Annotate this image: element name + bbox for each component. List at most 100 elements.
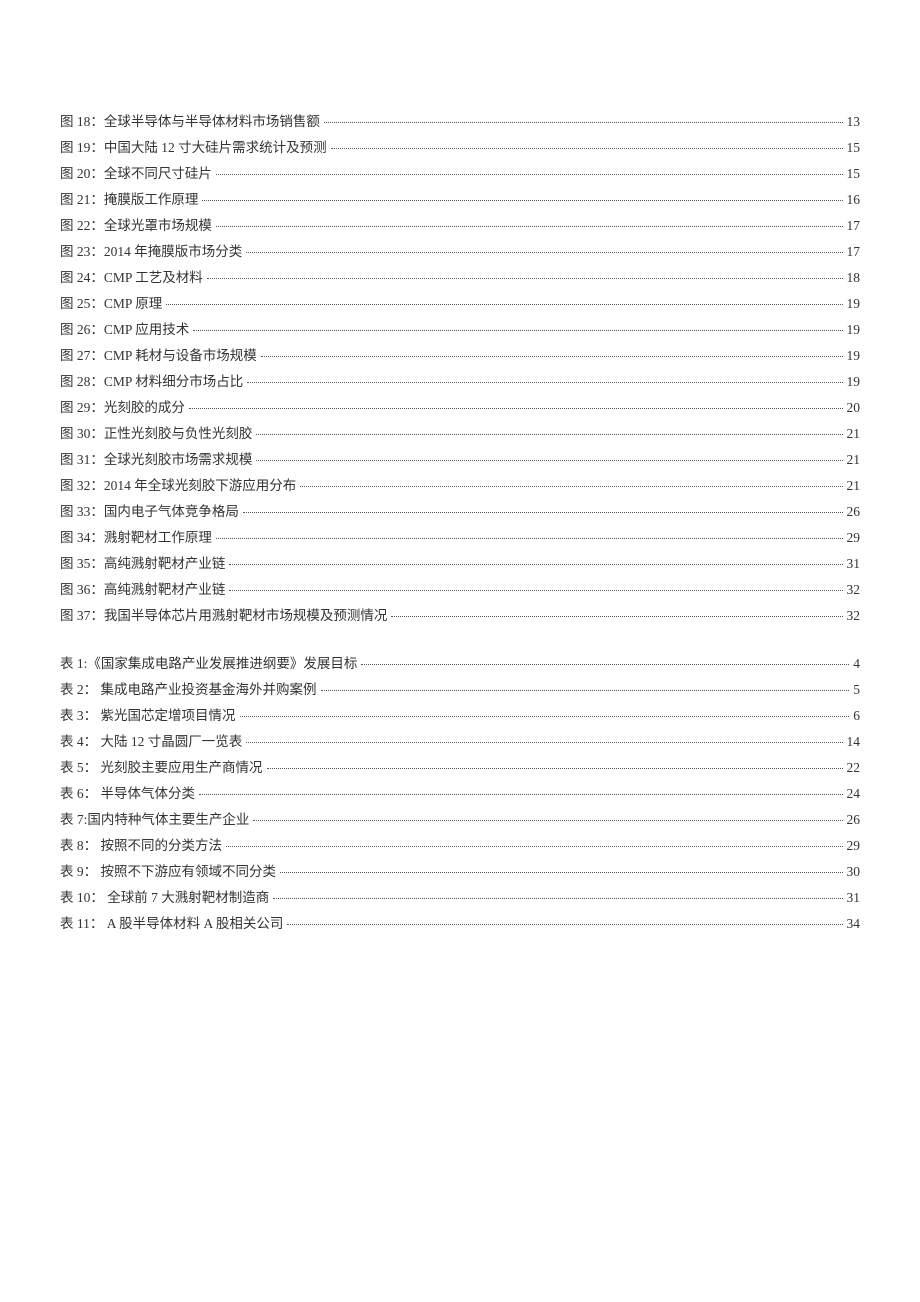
figure-toc-entry: 图 21：掩膜版工作原理 16: [60, 188, 860, 208]
toc-entry-label: 图 19：中国大陆 12 寸大硅片需求统计及预测: [60, 136, 327, 156]
toc-leader-dots: [256, 460, 842, 461]
toc-leader-dots: [229, 590, 842, 591]
toc-entry-label: 图 23：2014 年掩膜版市场分类: [60, 240, 242, 260]
toc-entry-page: 31: [847, 890, 861, 906]
figure-toc-entry: 图 19：中国大陆 12 寸大硅片需求统计及预测 15: [60, 136, 860, 156]
tables-list: 表 1:《国家集成电路产业发展推进纲要》发展目标 4 表 2： 集成电路产业投资基…: [60, 652, 860, 932]
toc-entry-page: 6: [853, 708, 860, 724]
toc-entry-page: 16: [847, 192, 861, 208]
toc-entry-label: 图 33：国内电子气体竞争格局: [60, 500, 239, 520]
toc-entry-page: 34: [847, 916, 861, 932]
toc-leader-dots: [240, 716, 850, 717]
toc-leader-dots: [321, 690, 850, 691]
toc-leader-dots: [261, 356, 843, 357]
figure-toc-entry: 图 27：CMP 耗材与设备市场规模 19: [60, 344, 860, 364]
toc-entry-page: 14: [847, 734, 861, 750]
figure-toc-entry: 图 28：CMP 材料细分市场占比 19: [60, 370, 860, 390]
figure-toc-entry: 图 30：正性光刻胶与负性光刻胶 21: [60, 422, 860, 442]
toc-leader-dots: [166, 304, 842, 305]
toc-leader-dots: [226, 846, 843, 847]
toc-leader-dots: [287, 924, 842, 925]
toc-entry-label: 图 21：掩膜版工作原理: [60, 188, 198, 208]
toc-leader-dots: [256, 434, 842, 435]
figure-toc-entry: 图 32：2014 年全球光刻胶下游应用分布 21: [60, 474, 860, 494]
toc-entry-label: 表 11： A 股半导体材料 A 股相关公司: [60, 912, 283, 932]
toc-entry-page: 18: [847, 270, 861, 286]
toc-leader-dots: [207, 278, 843, 279]
figure-toc-entry: 图 20：全球不同尺寸硅片 15: [60, 162, 860, 182]
toc-entry-label: 图 31：全球光刻胶市场需求规模: [60, 448, 252, 468]
toc-entry-page: 26: [847, 504, 861, 520]
toc-entry-label: 表 1:《国家集成电路产业发展推进纲要》发展目标: [60, 652, 357, 672]
toc-entry-label: 图 26：CMP 应用技术: [60, 318, 189, 338]
figure-toc-entry: 图 22：全球光罩市场规模 17: [60, 214, 860, 234]
table-toc-entry: 表 8： 按照不同的分类方法 29: [60, 834, 860, 854]
figure-toc-entry: 图 31：全球光刻胶市场需求规模 21: [60, 448, 860, 468]
toc-entry-page: 19: [847, 296, 861, 312]
toc-entry-label: 表 8： 按照不同的分类方法: [60, 834, 222, 854]
toc-leader-dots: [361, 664, 849, 665]
toc-leader-dots: [246, 252, 842, 253]
toc-entry-label: 图 37：我国半导体芯片用溅射靶材市场规模及预测情况: [60, 604, 387, 624]
toc-entry-page: 32: [847, 582, 861, 598]
figure-toc-entry: 图 35：高纯溅射靶材产业链 31: [60, 552, 860, 572]
figure-toc-entry: 图 18：全球半导体与半导体材料市场销售额 13: [60, 110, 860, 130]
table-toc-entry: 表 4： 大陆 12 寸晶圆厂一览表 14: [60, 730, 860, 750]
toc-leader-dots: [324, 122, 843, 123]
toc-entry-page: 15: [847, 140, 861, 156]
table-toc-entry: 表 3： 紫光国芯定增项目情况 6: [60, 704, 860, 724]
toc-leader-dots: [267, 768, 843, 769]
table-toc-entry: 表 6： 半导体气体分类 24: [60, 782, 860, 802]
toc-entry-label: 表 10： 全球前 7 大溅射靶材制造商: [60, 886, 269, 906]
toc-entry-label: 图 20：全球不同尺寸硅片: [60, 162, 212, 182]
table-toc-entry: 表 7:国内特种气体主要生产企业 26: [60, 808, 860, 828]
toc-leader-dots: [199, 794, 843, 795]
toc-entry-page: 30: [847, 864, 861, 880]
toc-entry-page: 26: [847, 812, 861, 828]
toc-entry-label: 图 27：CMP 耗材与设备市场规模: [60, 344, 257, 364]
table-toc-entry: 表 11： A 股半导体材料 A 股相关公司 34: [60, 912, 860, 932]
figure-toc-entry: 图 24：CMP 工艺及材料 18: [60, 266, 860, 286]
toc-entry-label: 图 18：全球半导体与半导体材料市场销售额: [60, 110, 320, 130]
toc-leader-dots: [202, 200, 842, 201]
toc-entry-page: 5: [853, 682, 860, 698]
table-of-contents: 图 18：全球半导体与半导体材料市场销售额 13 图 19：中国大陆 12 寸大硅…: [60, 110, 860, 932]
toc-leader-dots: [216, 538, 843, 539]
figures-list: 图 18：全球半导体与半导体材料市场销售额 13 图 19：中国大陆 12 寸大硅…: [60, 110, 860, 624]
toc-entry-label: 图 24：CMP 工艺及材料: [60, 266, 203, 286]
toc-entry-label: 图 34：溅射靶材工作原理: [60, 526, 212, 546]
figure-toc-entry: 图 26：CMP 应用技术 19: [60, 318, 860, 338]
toc-entry-page: 19: [847, 348, 861, 364]
toc-entry-page: 21: [847, 426, 861, 442]
toc-entry-page: 29: [847, 530, 861, 546]
toc-entry-label: 图 25：CMP 原理: [60, 292, 162, 312]
toc-entry-page: 20: [847, 400, 861, 416]
toc-entry-label: 表 3： 紫光国芯定增项目情况: [60, 704, 236, 724]
toc-entry-page: 19: [847, 374, 861, 390]
table-toc-entry: 表 1:《国家集成电路产业发展推进纲要》发展目标 4: [60, 652, 860, 672]
toc-leader-dots: [253, 820, 842, 821]
figure-toc-entry: 图 25：CMP 原理 19: [60, 292, 860, 312]
toc-leader-dots: [216, 174, 843, 175]
toc-entry-page: 24: [847, 786, 861, 802]
toc-entry-page: 21: [847, 478, 861, 494]
toc-entry-page: 32: [847, 608, 861, 624]
toc-leader-dots: [273, 898, 842, 899]
toc-leader-dots: [193, 330, 842, 331]
toc-entry-page: 17: [847, 218, 861, 234]
toc-entry-page: 13: [847, 114, 861, 130]
toc-leader-dots: [243, 512, 843, 513]
toc-entry-label: 图 32：2014 年全球光刻胶下游应用分布: [60, 474, 296, 494]
toc-entry-page: 21: [847, 452, 861, 468]
toc-entry-page: 22: [847, 760, 861, 776]
toc-entry-label: 表 2： 集成电路产业投资基金海外并购案例: [60, 678, 317, 698]
table-toc-entry: 表 2： 集成电路产业投资基金海外并购案例 5: [60, 678, 860, 698]
figure-toc-entry: 图 33：国内电子气体竞争格局 26: [60, 500, 860, 520]
table-toc-entry: 表 10： 全球前 7 大溅射靶材制造商 31: [60, 886, 860, 906]
figure-toc-entry: 图 23：2014 年掩膜版市场分类 17: [60, 240, 860, 260]
figure-toc-entry: 图 29：光刻胶的成分 20: [60, 396, 860, 416]
toc-leader-dots: [216, 226, 843, 227]
table-toc-entry: 表 9： 按照不下游应有领域不同分类 30: [60, 860, 860, 880]
toc-entry-label: 表 4： 大陆 12 寸晶圆厂一览表: [60, 730, 242, 750]
toc-entry-page: 17: [847, 244, 861, 260]
